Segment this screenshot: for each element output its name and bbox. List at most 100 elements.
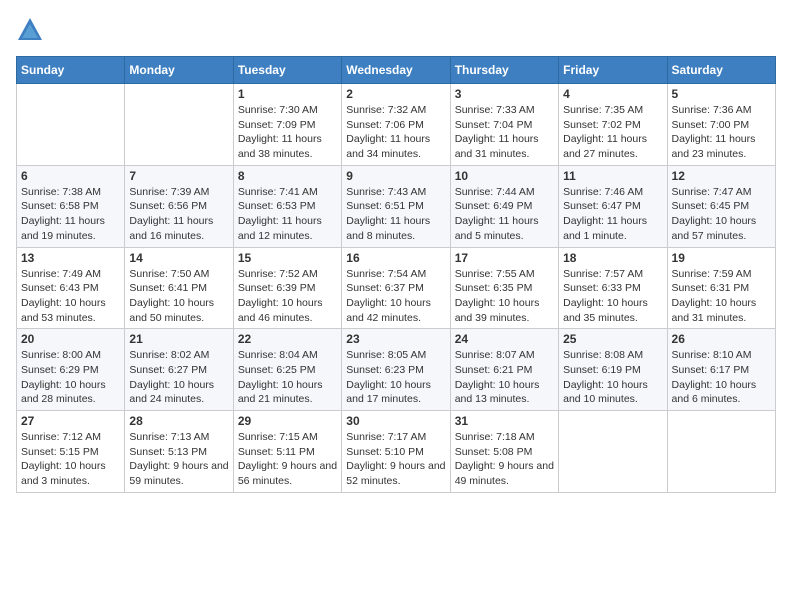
calendar-cell: 4 Sunrise: 7:35 AMSunset: 7:02 PMDaylight…	[559, 84, 667, 166]
calendar-cell	[559, 411, 667, 493]
day-number: 17	[455, 251, 554, 265]
day-info: Sunrise: 7:13 AMSunset: 5:13 PMDaylight:…	[129, 430, 228, 489]
calendar-cell: 2 Sunrise: 7:32 AMSunset: 7:06 PMDaylight…	[342, 84, 450, 166]
day-number: 29	[238, 414, 337, 428]
day-info: Sunrise: 7:39 AMSunset: 6:56 PMDaylight:…	[129, 185, 228, 244]
day-number: 9	[346, 169, 445, 183]
calendar-cell	[125, 84, 233, 166]
day-header-sunday: Sunday	[17, 57, 125, 84]
calendar-cell: 6 Sunrise: 7:38 AMSunset: 6:58 PMDaylight…	[17, 165, 125, 247]
day-number: 5	[672, 87, 771, 101]
day-info: Sunrise: 8:04 AMSunset: 6:25 PMDaylight:…	[238, 348, 337, 407]
day-number: 16	[346, 251, 445, 265]
day-number: 3	[455, 87, 554, 101]
day-info: Sunrise: 8:02 AMSunset: 6:27 PMDaylight:…	[129, 348, 228, 407]
day-header-thursday: Thursday	[450, 57, 558, 84]
day-info: Sunrise: 7:59 AMSunset: 6:31 PMDaylight:…	[672, 267, 771, 326]
day-number: 27	[21, 414, 120, 428]
day-number: 8	[238, 169, 337, 183]
calendar-week-1: 1 Sunrise: 7:30 AMSunset: 7:09 PMDaylight…	[17, 84, 776, 166]
calendar-cell: 3 Sunrise: 7:33 AMSunset: 7:04 PMDaylight…	[450, 84, 558, 166]
day-info: Sunrise: 7:55 AMSunset: 6:35 PMDaylight:…	[455, 267, 554, 326]
day-info: Sunrise: 7:47 AMSunset: 6:45 PMDaylight:…	[672, 185, 771, 244]
day-number: 12	[672, 169, 771, 183]
calendar-cell: 7Sunrise: 7:39 AMSunset: 6:56 PMDaylight…	[125, 165, 233, 247]
day-info: Sunrise: 8:00 AMSunset: 6:29 PMDaylight:…	[21, 348, 120, 407]
calendar-cell: 28 Sunrise: 7:13 AMSunset: 5:13 PMDayligh…	[125, 411, 233, 493]
calendar-cell: 30Sunrise: 7:17 AMSunset: 5:10 PMDayligh…	[342, 411, 450, 493]
calendar-cell: 29 Sunrise: 7:15 AMSunset: 5:11 PMDayligh…	[233, 411, 341, 493]
calendar-week-3: 13Sunrise: 7:49 AMSunset: 6:43 PMDayligh…	[17, 247, 776, 329]
day-number: 19	[672, 251, 771, 265]
day-info: Sunrise: 7:32 AMSunset: 7:06 PMDaylight:…	[346, 103, 445, 162]
calendar-cell: 21Sunrise: 8:02 AMSunset: 6:27 PMDayligh…	[125, 329, 233, 411]
day-number: 18	[563, 251, 662, 265]
day-info: Sunrise: 7:52 AMSunset: 6:39 PMDaylight:…	[238, 267, 337, 326]
day-number: 28	[129, 414, 228, 428]
day-info: Sunrise: 7:50 AMSunset: 6:41 PMDaylight:…	[129, 267, 228, 326]
calendar-week-2: 6 Sunrise: 7:38 AMSunset: 6:58 PMDaylight…	[17, 165, 776, 247]
calendar-cell: 9 Sunrise: 7:43 AMSunset: 6:51 PMDaylight…	[342, 165, 450, 247]
logo-icon	[16, 16, 44, 44]
calendar-cell: 27 Sunrise: 7:12 AMSunset: 5:15 PMDayligh…	[17, 411, 125, 493]
day-info: Sunrise: 7:46 AMSunset: 6:47 PMDaylight:…	[563, 185, 662, 244]
calendar-cell: 11 Sunrise: 7:46 AMSunset: 6:47 PMDayligh…	[559, 165, 667, 247]
day-number: 10	[455, 169, 554, 183]
day-number: 11	[563, 169, 662, 183]
calendar-cell: 20 Sunrise: 8:00 AMSunset: 6:29 PMDayligh…	[17, 329, 125, 411]
calendar: SundayMondayTuesdayWednesdayThursdayFrid…	[16, 56, 776, 493]
day-info: Sunrise: 7:38 AMSunset: 6:58 PMDaylight:…	[21, 185, 120, 244]
day-header-friday: Friday	[559, 57, 667, 84]
day-info: Sunrise: 7:43 AMSunset: 6:51 PMDaylight:…	[346, 185, 445, 244]
day-header-tuesday: Tuesday	[233, 57, 341, 84]
day-info: Sunrise: 7:15 AMSunset: 5:11 PMDaylight:…	[238, 430, 337, 489]
day-header-monday: Monday	[125, 57, 233, 84]
day-info: Sunrise: 7:36 AMSunset: 7:00 PMDaylight:…	[672, 103, 771, 162]
calendar-cell: 16Sunrise: 7:54 AMSunset: 6:37 PMDayligh…	[342, 247, 450, 329]
day-number: 6	[21, 169, 120, 183]
day-number: 14	[129, 251, 228, 265]
day-number: 31	[455, 414, 554, 428]
day-info: Sunrise: 7:57 AMSunset: 6:33 PMDaylight:…	[563, 267, 662, 326]
day-number: 15	[238, 251, 337, 265]
calendar-cell: 19 Sunrise: 7:59 AMSunset: 6:31 PMDayligh…	[667, 247, 775, 329]
day-number: 2	[346, 87, 445, 101]
day-number: 30	[346, 414, 445, 428]
day-header-wednesday: Wednesday	[342, 57, 450, 84]
calendar-cell: 22 Sunrise: 8:04 AMSunset: 6:25 PMDayligh…	[233, 329, 341, 411]
calendar-cell: 31Sunrise: 7:18 AMSunset: 5:08 PMDayligh…	[450, 411, 558, 493]
day-info: Sunrise: 8:10 AMSunset: 6:17 PMDaylight:…	[672, 348, 771, 407]
day-number: 22	[238, 332, 337, 346]
calendar-cell	[17, 84, 125, 166]
calendar-cell: 14 Sunrise: 7:50 AMSunset: 6:41 PMDayligh…	[125, 247, 233, 329]
day-info: Sunrise: 7:12 AMSunset: 5:15 PMDaylight:…	[21, 430, 120, 489]
calendar-cell: 8Sunrise: 7:41 AMSunset: 6:53 PMDaylight…	[233, 165, 341, 247]
calendar-week-5: 27 Sunrise: 7:12 AMSunset: 5:15 PMDayligh…	[17, 411, 776, 493]
day-info: Sunrise: 7:35 AMSunset: 7:02 PMDaylight:…	[563, 103, 662, 162]
calendar-cell: 15 Sunrise: 7:52 AMSunset: 6:39 PMDayligh…	[233, 247, 341, 329]
calendar-header-row: SundayMondayTuesdayWednesdayThursdayFrid…	[17, 57, 776, 84]
calendar-cell: 26 Sunrise: 8:10 AMSunset: 6:17 PMDayligh…	[667, 329, 775, 411]
day-number: 26	[672, 332, 771, 346]
day-number: 4	[563, 87, 662, 101]
calendar-cell: 25 Sunrise: 8:08 AMSunset: 6:19 PMDayligh…	[559, 329, 667, 411]
day-info: Sunrise: 7:44 AMSunset: 6:49 PMDaylight:…	[455, 185, 554, 244]
calendar-week-4: 20 Sunrise: 8:00 AMSunset: 6:29 PMDayligh…	[17, 329, 776, 411]
day-info: Sunrise: 7:33 AMSunset: 7:04 PMDaylight:…	[455, 103, 554, 162]
day-info: Sunrise: 7:30 AMSunset: 7:09 PMDaylight:…	[238, 103, 337, 162]
page-header	[16, 16, 776, 44]
day-number: 1	[238, 87, 337, 101]
day-info: Sunrise: 8:07 AMSunset: 6:21 PMDaylight:…	[455, 348, 554, 407]
day-number: 20	[21, 332, 120, 346]
day-info: Sunrise: 8:08 AMSunset: 6:19 PMDaylight:…	[563, 348, 662, 407]
day-number: 25	[563, 332, 662, 346]
calendar-cell: 12 Sunrise: 7:47 AMSunset: 6:45 PMDayligh…	[667, 165, 775, 247]
day-number: 13	[21, 251, 120, 265]
day-number: 24	[455, 332, 554, 346]
day-number: 23	[346, 332, 445, 346]
calendar-cell: 5 Sunrise: 7:36 AMSunset: 7:00 PMDaylight…	[667, 84, 775, 166]
day-header-saturday: Saturday	[667, 57, 775, 84]
calendar-cell: 10 Sunrise: 7:44 AMSunset: 6:49 PMDayligh…	[450, 165, 558, 247]
calendar-cell: 18 Sunrise: 7:57 AMSunset: 6:33 PMDayligh…	[559, 247, 667, 329]
logo	[16, 16, 48, 44]
